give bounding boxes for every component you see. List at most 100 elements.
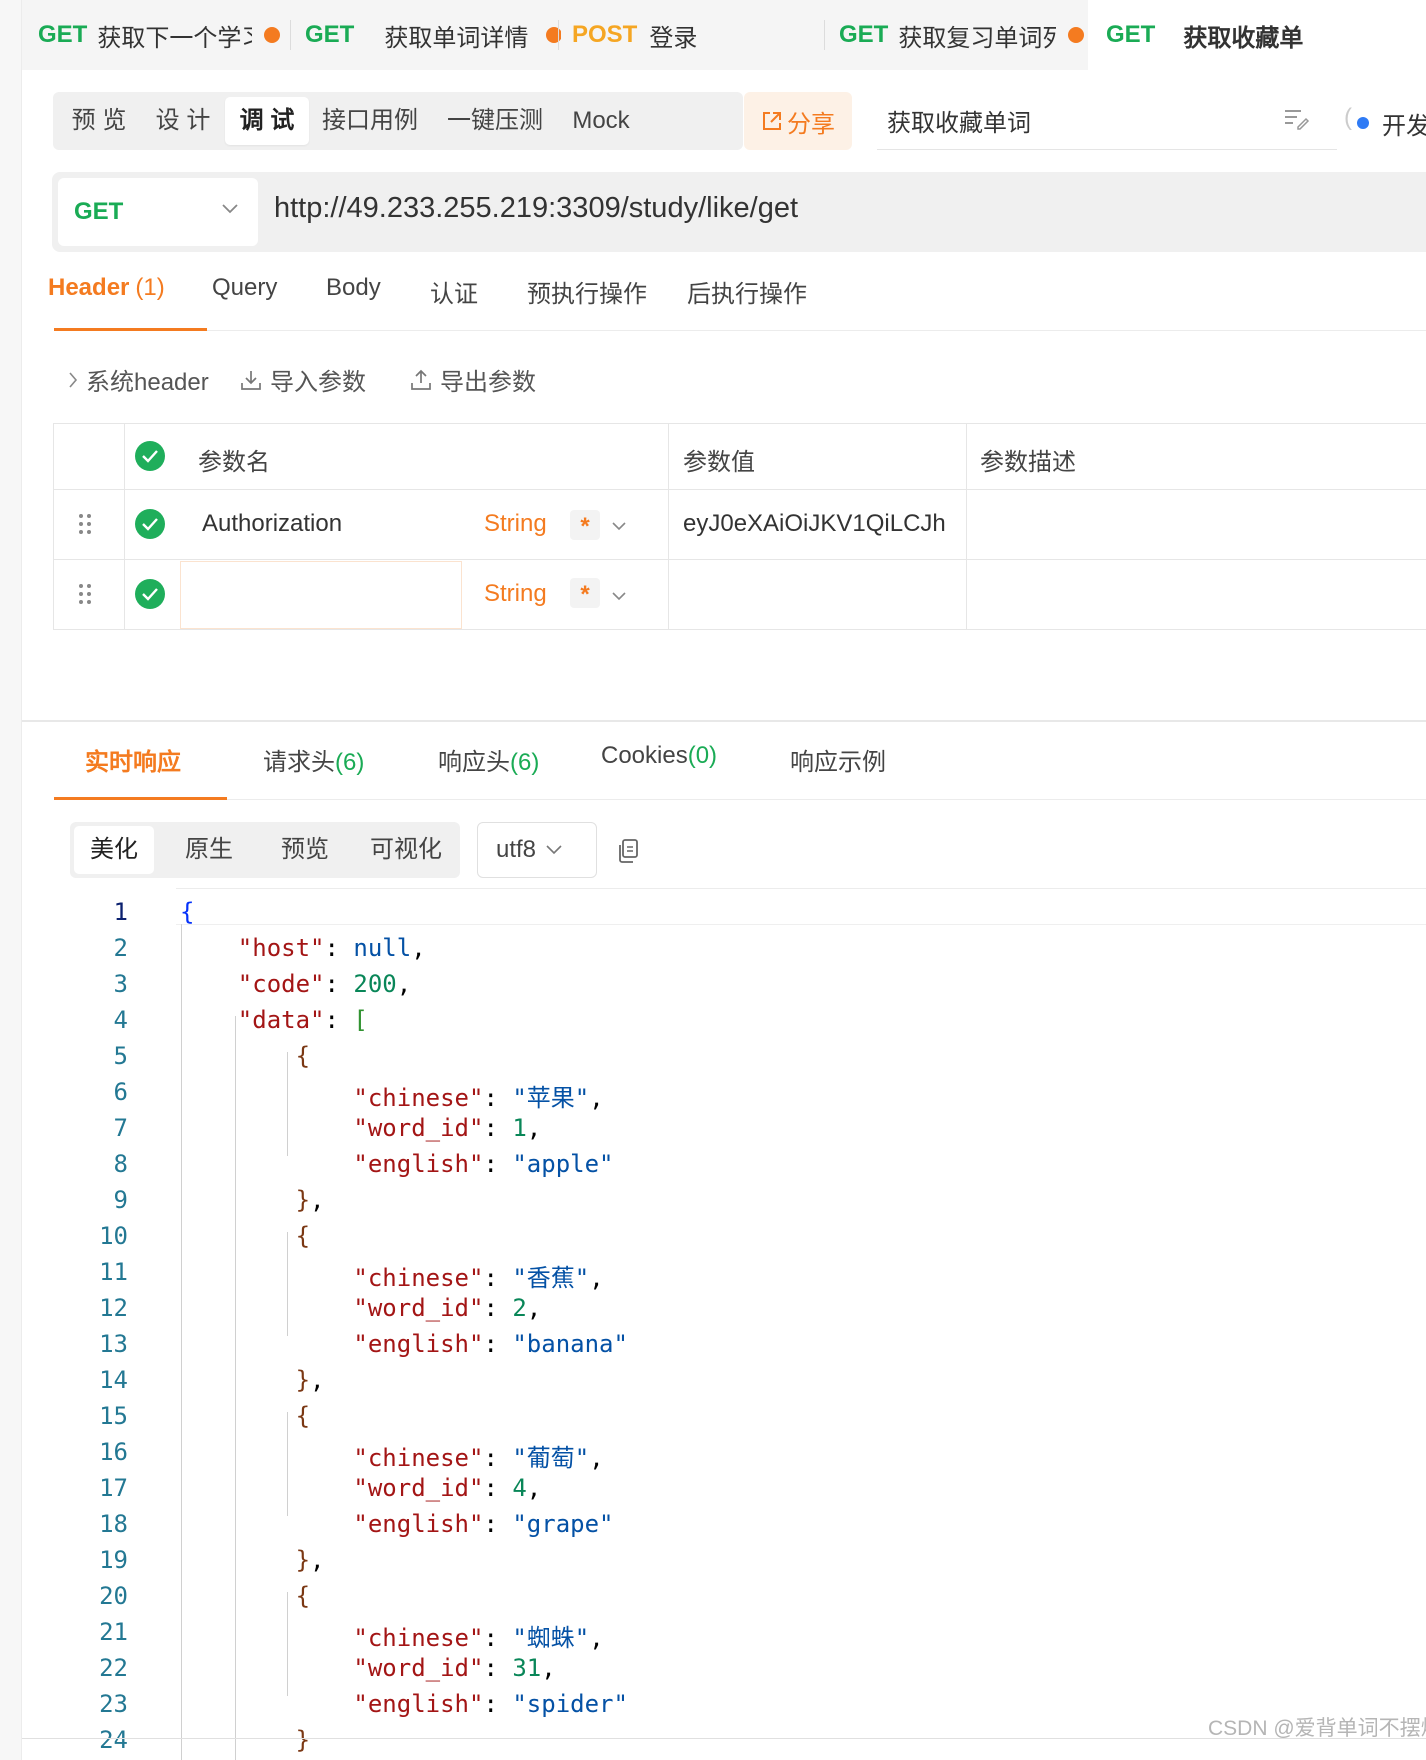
tab-label: 请求头 [263, 749, 335, 776]
share-icon [763, 112, 781, 130]
tab-cookies[interactable]: Cookies(0) [601, 742, 717, 770]
edit-icon[interactable] [1284, 108, 1310, 130]
code-line: "chinese": "苹果", [353, 1084, 604, 1112]
mode-switcher: 预 览 设 计 调 试 接口用例 一键压测 Mock [53, 92, 743, 150]
table-row-divider [53, 489, 1426, 490]
param-type-select[interactable]: String [484, 580, 547, 608]
tab-live-response[interactable]: 实时响应 [85, 742, 181, 777]
tab-body[interactable]: Body [326, 274, 381, 310]
format-visualize[interactable]: 可视化 [356, 826, 456, 874]
param-type-select[interactable]: String [484, 510, 547, 538]
tab-request-headers[interactable]: 请求头(6) [263, 742, 364, 777]
download-icon [241, 370, 261, 390]
mode-debug[interactable]: 调 试 [225, 97, 309, 145]
method-select[interactable]: GET [58, 178, 258, 246]
tab-method: GET [38, 21, 88, 48]
json-value: apple [526, 1150, 600, 1178]
line-number: 16 [99, 1438, 128, 1466]
row-checkbox[interactable] [135, 579, 165, 609]
tab-response-headers[interactable]: 响应头(6) [438, 742, 539, 777]
tab-auth[interactable]: 认证 [430, 274, 478, 310]
check-icon [142, 518, 158, 531]
required-toggle[interactable]: * [570, 578, 600, 608]
share-button[interactable]: 分享 [744, 92, 852, 150]
line-number: 23 [99, 1690, 128, 1718]
json-value: 1 [512, 1114, 527, 1142]
tab-title: 获取下一个学习! [97, 24, 252, 52]
api-status[interactable]: 开发中 [1382, 106, 1426, 141]
line-number: 4 [113, 1006, 128, 1034]
mode-mock[interactable]: Mock [561, 97, 641, 145]
tab-response-example[interactable]: 响应示例 [790, 742, 886, 777]
unsaved-dot-icon [264, 27, 281, 43]
system-header-toggle[interactable]: 系统header [68, 362, 209, 397]
api-name-input[interactable]: 获取收藏单词 [877, 96, 1337, 150]
code-line: "word_id": 2, [353, 1294, 542, 1322]
column-param-name: 参数名 [198, 449, 270, 476]
param-value-field[interactable]: eyJ0eXAiOiJKV1QiLCJh [683, 510, 946, 538]
line-number: 19 [99, 1546, 128, 1574]
tab-pre-request[interactable]: 预执行操作 [527, 274, 647, 310]
tab-header-label: Header [48, 274, 130, 301]
request-tab-4[interactable]: GET 获取复习单词列: [839, 0, 1085, 70]
tab-title: 获取单词详情 [384, 24, 529, 52]
column-param-desc: 参数描述 [980, 449, 1076, 476]
drag-handle-icon[interactable] [78, 513, 92, 535]
mode-test-case[interactable]: 接口用例 [315, 97, 425, 145]
line-number: 14 [99, 1366, 128, 1394]
mode-preview[interactable]: 预 览 [57, 97, 141, 145]
tab-post-request[interactable]: 后执行操作 [687, 274, 807, 310]
json-value: 4 [512, 1474, 527, 1502]
mode-design[interactable]: 设 计 [141, 97, 225, 145]
select-all-checkbox[interactable] [135, 441, 165, 471]
format-preview[interactable]: 预览 [260, 826, 350, 874]
format-pretty[interactable]: 美化 [74, 826, 154, 874]
encoding-select[interactable]: utf8 [477, 822, 597, 878]
request-tab-5[interactable]: GET 获取收藏单 [1088, 0, 1426, 70]
line-number: 11 [99, 1258, 128, 1286]
chevron-right-icon [69, 371, 78, 388]
code-line: "english": "spider" [353, 1690, 628, 1718]
param-name-field[interactable]: Authorization [202, 510, 342, 538]
mode-stress-test[interactable]: 一键压测 [435, 97, 555, 145]
request-tab-1[interactable]: GET 获取下一个学习! [38, 0, 284, 70]
row-checkbox[interactable] [135, 509, 165, 539]
param-name-field[interactable] [180, 561, 462, 629]
code-line: }, [295, 1546, 325, 1574]
chevron-down-icon[interactable] [612, 522, 626, 531]
status-bracket: ( [1344, 104, 1352, 131]
import-params-button[interactable]: 导入参数 [240, 362, 366, 397]
copy-icon[interactable] [616, 838, 640, 864]
drag-handle-icon[interactable] [78, 583, 92, 605]
request-tab-2[interactable]: GET 获取单词详情 [305, 0, 561, 70]
line-number: 5 [113, 1042, 128, 1070]
tab-query[interactable]: Query [212, 274, 277, 310]
import-params-label: 导入参数 [270, 369, 366, 396]
code-line: "chinese": "蜘蛛", [353, 1624, 604, 1652]
line-number: 2 [113, 934, 128, 962]
code-line: { [295, 1222, 311, 1250]
line-number: 12 [99, 1294, 128, 1322]
url-input[interactable]: http://49.233.255.219:3309/study/like/ge… [274, 192, 798, 225]
window-left-edge [0, 0, 22, 1760]
tab-header[interactable]: Header (1) [48, 274, 165, 310]
tab-separator [558, 20, 559, 50]
request-tab-3[interactable]: POST 登录 [572, 0, 822, 70]
tab-label: 响应头 [438, 749, 510, 776]
format-raw[interactable]: 原生 [164, 826, 254, 874]
export-params-label: 导出参数 [440, 369, 536, 396]
tab-method: GET [839, 21, 889, 48]
code-line: "host": null, [237, 934, 426, 962]
code-line: "word_id": 1, [353, 1114, 542, 1142]
panel-splitter[interactable] [22, 720, 1426, 722]
line-number: 6 [113, 1078, 128, 1106]
export-params-button[interactable]: 导出参数 [410, 362, 536, 397]
line-number: 10 [99, 1222, 128, 1250]
status-dot-icon [1357, 117, 1369, 129]
required-toggle[interactable]: * [570, 510, 600, 540]
chevron-down-icon[interactable] [612, 592, 626, 601]
code-line: "word_id": 4, [353, 1474, 542, 1502]
tab-separator [290, 20, 291, 50]
tab-count: (0) [687, 742, 718, 769]
code-line: "code": 200, [237, 970, 412, 998]
